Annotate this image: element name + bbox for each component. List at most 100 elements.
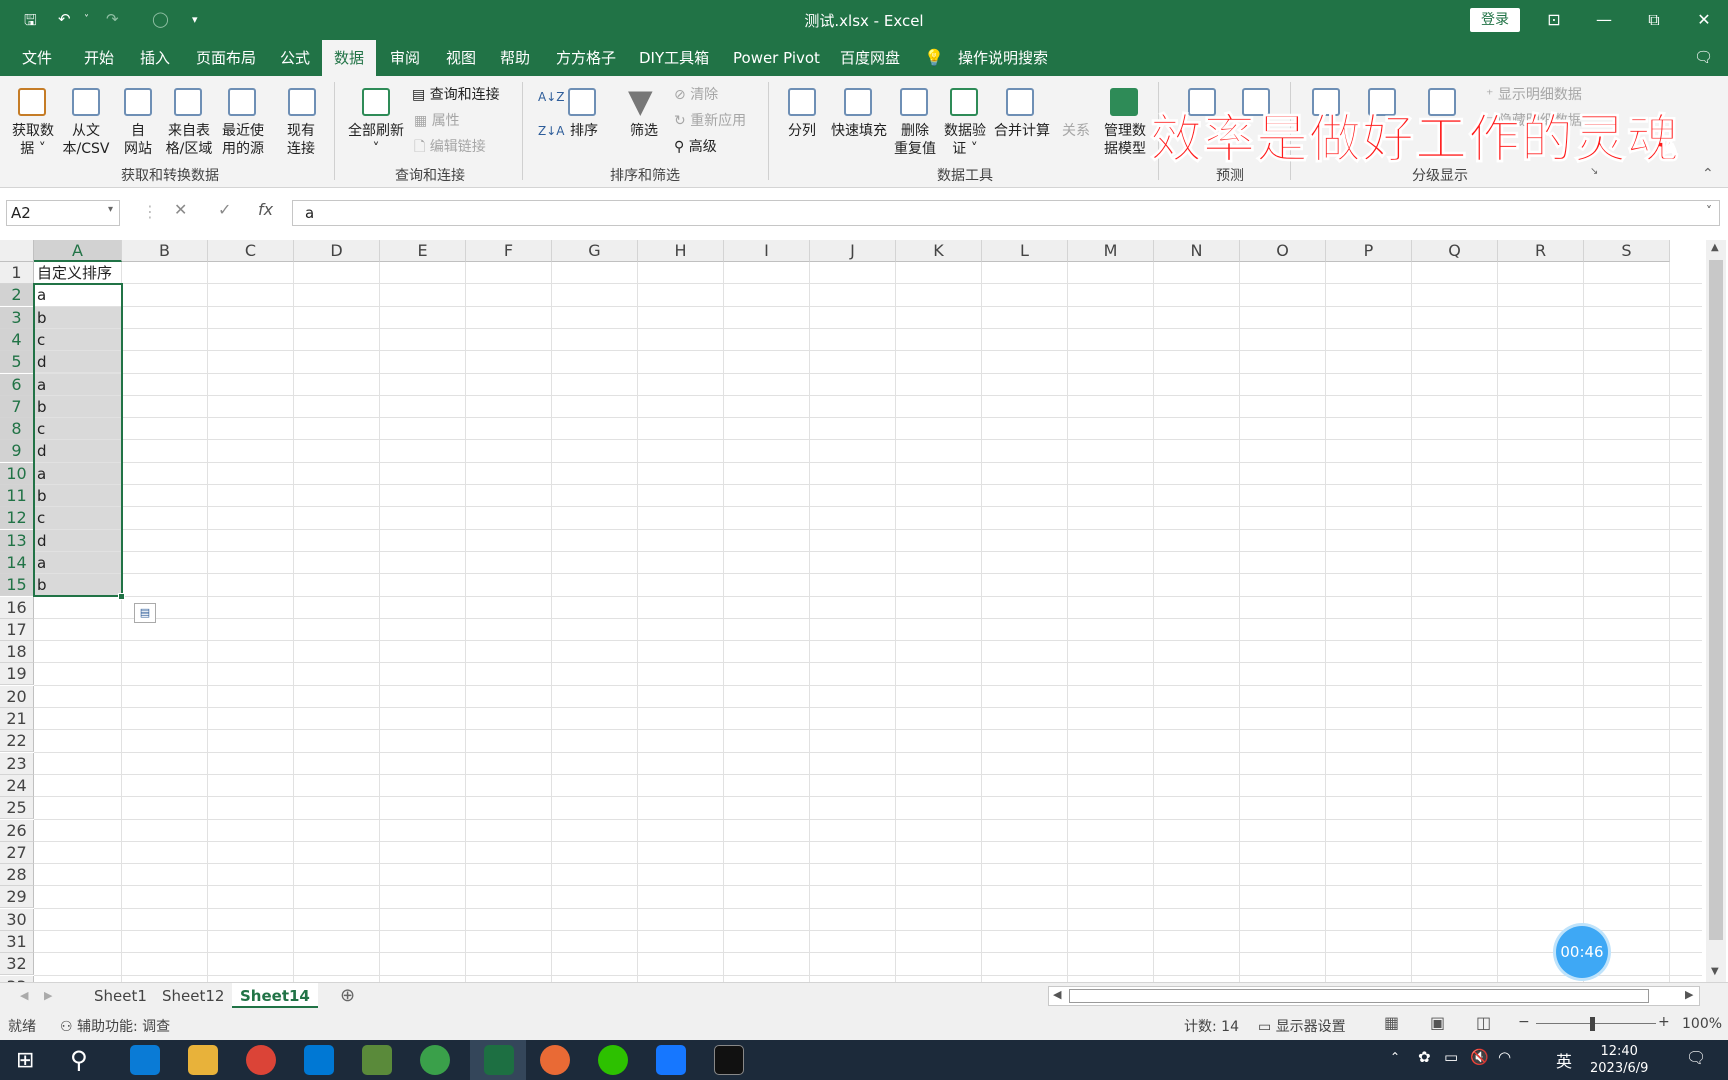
tab-11[interactable]: Power Pivot — [731, 40, 822, 76]
select-all-corner[interactable] — [0, 240, 34, 262]
vertical-scrollbar[interactable]: ▲ ▼ — [1706, 240, 1726, 982]
row-header-23[interactable]: 23 — [0, 752, 34, 775]
insert-function-icon[interactable]: fx — [258, 200, 273, 219]
fill-handle[interactable] — [118, 592, 125, 600]
comments-icon[interactable]: 🗨 — [1694, 48, 1713, 66]
row-header-28[interactable]: 28 — [0, 864, 34, 887]
column-header-E[interactable]: E — [380, 240, 466, 262]
column-header-D[interactable]: D — [294, 240, 380, 262]
cell-A11[interactable]: b — [34, 485, 122, 508]
consolidate-button[interactable]: 合并计算 — [990, 122, 1054, 140]
column-header-P[interactable]: P — [1326, 240, 1412, 262]
row-header-10[interactable]: 10 — [0, 462, 34, 485]
advanced-button[interactable]: ⚲ 高级 — [674, 136, 717, 156]
from-csv-button[interactable]: 从文 本/CSV — [58, 122, 114, 158]
collapse-ribbon-icon[interactable]: ⌃ — [1702, 166, 1714, 182]
sort-desc-icon[interactable]: Z↓A — [538, 124, 564, 138]
row-header-32[interactable]: 32 — [0, 953, 34, 976]
row-header-19[interactable]: 19 — [0, 663, 34, 686]
row-header-18[interactable]: 18 — [0, 641, 34, 664]
cell-A6[interactable]: a — [34, 373, 122, 396]
page-layout-icon[interactable]: ▣ — [1430, 1013, 1445, 1032]
network-app-icon[interactable] — [420, 1045, 450, 1075]
cell-A15[interactable]: b — [34, 574, 122, 597]
row-header-15[interactable]: 15 — [0, 574, 34, 597]
sheet-tab-sheet14[interactable]: Sheet14 — [232, 983, 318, 1009]
tab-13[interactable]: 操作说明搜索 — [956, 40, 1050, 76]
cell-A2[interactable]: a — [34, 284, 122, 307]
cell-A12[interactable]: c — [34, 507, 122, 530]
zoom-level[interactable]: 100% — [1682, 1016, 1722, 1032]
cell-A13[interactable]: d — [34, 529, 122, 552]
column-header-N[interactable]: N — [1154, 240, 1240, 262]
relationships-button[interactable]: 关系 — [1056, 122, 1096, 140]
column-header-R[interactable]: R — [1498, 240, 1584, 262]
normal-view-icon[interactable]: ▦ — [1384, 1013, 1399, 1032]
ribbon-display-icon[interactable]: ⊡ — [1534, 6, 1574, 34]
close-button[interactable]: ✕ — [1684, 6, 1724, 34]
cell-A14[interactable]: a — [34, 551, 122, 575]
tray-expand-icon[interactable]: ⌃ — [1390, 1050, 1400, 1064]
from-table-button[interactable]: 来自表 格/区域 — [162, 122, 216, 158]
row-header-4[interactable]: 4 — [0, 328, 34, 351]
edit-links-button[interactable]: 🗋 编辑链接 — [414, 136, 486, 160]
row-header-27[interactable]: 27 — [0, 841, 34, 864]
page-break-icon[interactable]: ◫ — [1476, 1013, 1491, 1032]
horizontal-scroll-thumb[interactable] — [1069, 989, 1649, 1003]
terminal-icon[interactable] — [714, 1045, 744, 1075]
manage-data-model-button[interactable]: 管理数 据模型 — [1098, 122, 1152, 158]
quick-analysis-icon[interactable]: ▤ — [134, 602, 156, 623]
row-header-26[interactable]: 26 — [0, 819, 34, 842]
feishu-icon[interactable] — [656, 1045, 686, 1075]
row-header-9[interactable]: 9 — [0, 440, 34, 463]
scroll-right-icon[interactable]: ▶ — [1685, 988, 1693, 1001]
tab-1[interactable]: 开始 — [82, 40, 116, 76]
login-button[interactable]: 登录 — [1470, 8, 1520, 32]
taskbar-clock[interactable]: 12:40 2023/6/9 — [1590, 1043, 1648, 1077]
vscode-icon[interactable] — [304, 1045, 334, 1075]
tab-12[interactable]: 百度网盘 — [838, 40, 902, 76]
column-header-I[interactable]: I — [724, 240, 810, 262]
filter-button[interactable]: 筛选 — [622, 122, 666, 140]
scroll-down-icon[interactable]: ▼ — [1711, 966, 1719, 977]
cell-A5[interactable]: d — [34, 351, 122, 374]
formula-input[interactable]: a — [292, 200, 1720, 226]
sheet-tab-sheet12[interactable]: Sheet12 — [154, 983, 232, 1009]
volume-icon[interactable]: 🔇 — [1470, 1048, 1489, 1066]
image-app-icon[interactable] — [362, 1045, 392, 1075]
remove-duplicates-button[interactable]: 删除 重复值 — [888, 122, 942, 158]
row-header-16[interactable]: 16 — [0, 596, 34, 619]
column-header-O[interactable]: O — [1240, 240, 1326, 262]
get-data-button[interactable]: 获取数 据 ˅ — [8, 122, 58, 158]
zoom-out-icon[interactable]: − — [1518, 1014, 1530, 1030]
row-header-30[interactable]: 30 — [0, 908, 34, 931]
enter-icon[interactable]: ✓ — [218, 200, 231, 219]
scroll-left-icon[interactable]: ◀ — [1053, 988, 1061, 1001]
cancel-icon[interactable]: ✕ — [174, 200, 187, 219]
display-settings-button[interactable]: ▭ 显示器设置 — [1258, 1016, 1346, 1036]
name-box[interactable]: A2 — [6, 200, 120, 226]
ime-indicator[interactable]: 英 — [1556, 1048, 1572, 1072]
chrome-icon[interactable] — [246, 1045, 276, 1075]
sort-button[interactable]: 排序 — [562, 122, 606, 140]
sort-asc-icon[interactable]: A↓Z — [538, 90, 564, 104]
row-header-8[interactable]: 8 — [0, 418, 34, 441]
row-header-14[interactable]: 14 — [0, 551, 34, 574]
cell-A4[interactable]: c — [34, 328, 122, 352]
column-header-J[interactable]: J — [810, 240, 896, 262]
scroll-up-icon[interactable]: ▲ — [1711, 242, 1719, 253]
row-header-1[interactable]: 1 — [0, 262, 34, 284]
row-header-21[interactable]: 21 — [0, 708, 34, 730]
tab-9[interactable]: 方方格子 — [554, 40, 618, 76]
row-header-29[interactable]: 29 — [0, 886, 34, 909]
column-header-K[interactable]: K — [896, 240, 982, 262]
column-header-M[interactable]: M — [1068, 240, 1154, 262]
restore-button[interactable]: ⧉ — [1634, 6, 1674, 34]
cell-A7[interactable]: b — [34, 395, 122, 419]
text-to-columns-button[interactable]: 分列 — [780, 122, 824, 140]
horizontal-scrollbar[interactable]: ◀ ▶ — [1048, 986, 1700, 1006]
wechat-icon[interactable] — [598, 1045, 628, 1075]
excel-icon[interactable] — [484, 1045, 514, 1075]
queries-connections-button[interactable]: ▤ 查询和连接 — [412, 84, 500, 104]
row-header-17[interactable]: 17 — [0, 618, 34, 641]
